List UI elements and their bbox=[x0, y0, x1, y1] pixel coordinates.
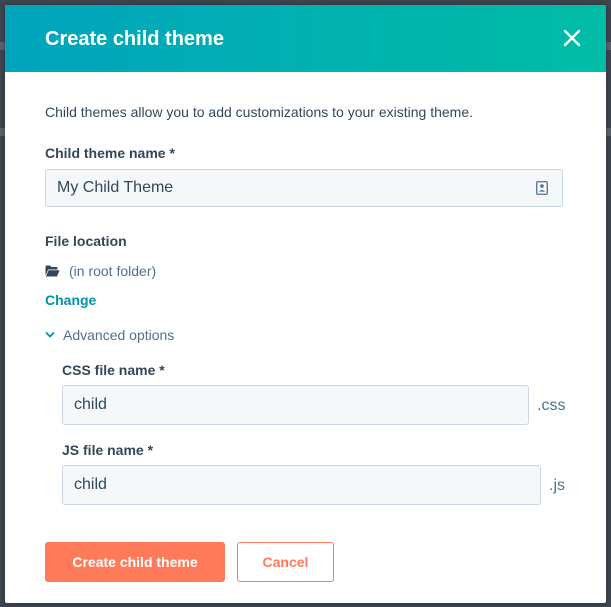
css-file-name-label: CSS file name * bbox=[62, 362, 165, 378]
css-extension-label: .css bbox=[537, 397, 566, 414]
folder-open-icon bbox=[45, 265, 60, 277]
child-theme-name-input[interactable] bbox=[46, 170, 562, 206]
js-file-name-label: JS file name * bbox=[62, 442, 154, 458]
close-icon bbox=[563, 29, 581, 47]
change-location-link[interactable]: Change bbox=[45, 292, 96, 308]
folder-location-row: (in root folder) bbox=[45, 263, 156, 279]
js-extension-label: .js bbox=[549, 477, 565, 494]
contact-card-icon[interactable] bbox=[536, 181, 548, 195]
cancel-button[interactable]: Cancel bbox=[237, 542, 334, 582]
close-button[interactable] bbox=[560, 26, 584, 50]
file-location-label: File location bbox=[45, 233, 127, 249]
child-theme-name-field bbox=[45, 169, 563, 207]
intro-text: Child themes allow you to add customizat… bbox=[45, 104, 473, 120]
modal-header: Create child theme bbox=[5, 5, 606, 72]
advanced-options-label: Advanced options bbox=[63, 327, 175, 343]
create-child-theme-modal: Create child theme Child themes allow yo… bbox=[5, 5, 606, 603]
css-file-name-field bbox=[62, 385, 529, 425]
css-file-name-input[interactable] bbox=[63, 386, 528, 424]
modal-title: Create child theme bbox=[45, 28, 224, 50]
advanced-options-toggle[interactable]: Advanced options bbox=[45, 327, 174, 343]
chevron-down-icon bbox=[45, 332, 55, 338]
create-child-theme-button[interactable]: Create child theme bbox=[45, 542, 225, 582]
child-theme-name-label: Child theme name * bbox=[45, 145, 175, 161]
js-file-name-input[interactable] bbox=[63, 466, 540, 504]
folder-location-text: (in root folder) bbox=[69, 263, 157, 279]
js-file-name-field bbox=[62, 465, 541, 505]
